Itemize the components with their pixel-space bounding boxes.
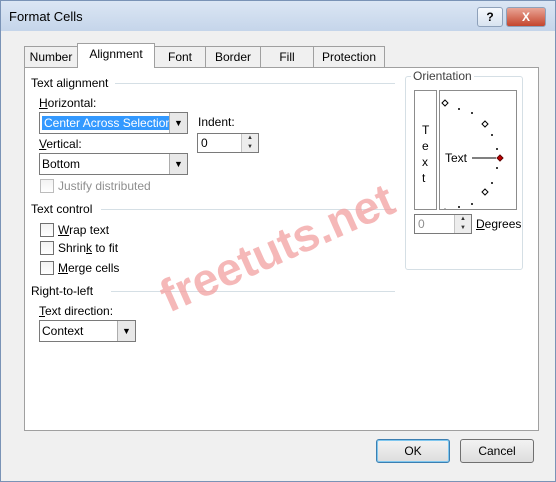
text-direction-label-rest: ext direction: [45,304,114,318]
chevron-down-icon[interactable]: ▼ [117,321,135,341]
shrink-to-fit-label: Shrink to fit [58,241,119,255]
indent-value: 0 [201,136,208,150]
spin-up-icon[interactable]: ▲ [454,215,471,224]
right-to-left-group-label: Right-to-left [31,284,94,298]
vertical-label-rest: ertical: [46,137,82,151]
tab-font[interactable]: Font [154,46,206,67]
horizontal-dropdown[interactable]: Center Across Selection ▼ [39,112,188,134]
shrink-label-b: to fit [92,241,119,255]
text-direction-dropdown[interactable]: Context ▼ [39,320,136,342]
merge-cells-checkbox[interactable] [40,261,54,275]
dial-tick [471,112,473,114]
dialog-title: Format Cells [9,9,83,24]
indent-label: Indent: [198,115,235,129]
merge-cells-label: Merge cells [58,261,120,275]
merge-cells-label-rest: erge cells [68,261,120,275]
orientation-dial-graphic [441,99,504,209]
dial-tick [496,148,498,150]
tab-number[interactable]: Number [24,46,78,67]
vertical-text-box[interactable]: T e x t [414,90,437,210]
dial-tick [458,108,460,110]
tab-fill[interactable]: Fill [260,46,314,67]
cancel-button[interactable]: Cancel [460,439,534,463]
text-direction-value: Context [42,324,84,338]
orientation-group-label: Orientation [411,69,474,83]
tab-border[interactable]: Border [205,46,261,67]
horizontal-label: Horizontal: [39,96,97,110]
text-alignment-group-label: Text alignment [31,76,109,90]
chevron-down-icon[interactable]: ▼ [169,154,187,174]
dial-tick [491,182,493,184]
vertical-text-char: T [422,123,430,137]
dial-diamond [441,99,449,107]
horizontal-value: Center Across Selection [42,116,175,130]
dialog-body: Number Alignment Font Border Fill Protec… [9,31,547,475]
wrap-text-label-rest: rap text [69,223,110,237]
dial-tick [496,167,498,169]
close-button[interactable]: X [506,7,546,27]
text-alignment-separator [115,83,395,84]
right-to-left-separator [111,291,395,292]
degrees-label: Degrees [476,217,522,231]
orientation-dial[interactable]: Text [439,90,517,210]
alignment-panel: Text alignment Horizontal: Center Across… [24,67,539,431]
wrap-text-checkbox[interactable] [40,223,54,237]
dial-tick [491,134,493,136]
spin-down-icon[interactable]: ▼ [241,143,258,152]
text-control-group-label: Text control [31,202,93,216]
help-button[interactable]: ? [477,7,503,27]
vertical-label: Vertical: [39,137,82,151]
vertical-value: Bottom [42,157,81,171]
vertical-dropdown[interactable]: Bottom ▼ [39,153,188,175]
dial-diamond [481,188,489,196]
dial-text: Text [445,151,468,165]
horizontal-label-rest: orizontal: [47,96,97,110]
vertical-text-char: x [422,155,428,169]
justify-distributed-checkbox[interactable] [40,179,54,193]
wrap-text-label: Wrap text [58,223,110,237]
degrees-value: 0 [418,217,425,231]
dial-tick [458,206,460,208]
dial-handle[interactable] [496,154,504,162]
vertical-text-char: t [422,171,426,185]
text-direction-label: Text direction: [39,304,114,318]
tab-alignment[interactable]: Alignment [77,43,155,68]
spin-down-icon[interactable]: ▼ [454,224,471,233]
spin-up-icon[interactable]: ▲ [241,134,258,143]
indent-stepper[interactable]: 0 ▲ ▼ [197,133,259,153]
ok-button[interactable]: OK [376,439,450,463]
chevron-down-icon[interactable]: ▼ [169,113,187,133]
justify-distributed-label: Justify distributed [58,179,151,193]
shrink-label-a: Shrin [58,241,87,255]
shrink-to-fit-checkbox[interactable] [40,241,54,255]
degrees-stepper[interactable]: 0 ▲ ▼ [414,214,472,234]
dial-tick [471,203,473,205]
vertical-text-char: e [422,139,429,153]
tab-protection[interactable]: Protection [313,46,385,67]
text-control-separator [101,209,395,210]
title-bar[interactable]: Format Cells ? X [1,1,555,31]
degrees-label-rest: egrees [484,217,522,231]
dial-diamond [481,120,489,128]
format-cells-dialog: Format Cells ? X Number Alignment Font B… [0,0,556,482]
